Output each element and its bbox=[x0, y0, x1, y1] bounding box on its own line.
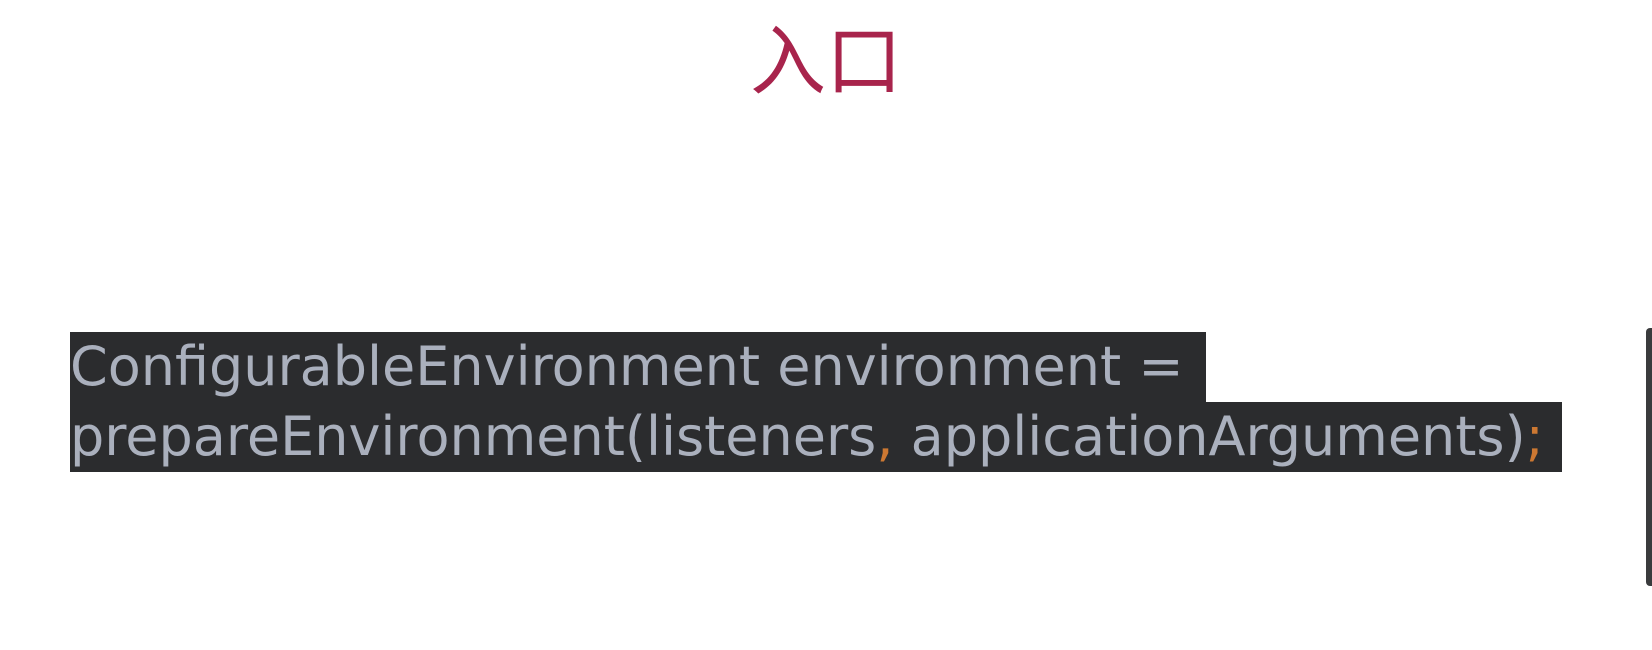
code-line-1: ConfigurableEnvironment environment = bbox=[70, 332, 1562, 402]
code-method-call: prepareEnvironment(listeners bbox=[70, 405, 877, 468]
code-line-1-text: ConfigurableEnvironment environment = bbox=[70, 332, 1206, 402]
code-line-2-highlight: prepareEnvironment(listeners, applicatio… bbox=[70, 402, 1562, 472]
scrollbar[interactable] bbox=[1646, 328, 1652, 586]
code-line-2: prepareEnvironment(listeners, applicatio… bbox=[70, 402, 1562, 472]
code-argument: applicationArguments) bbox=[893, 405, 1526, 468]
code-semicolon: ; bbox=[1525, 405, 1544, 468]
code-comma: , bbox=[876, 405, 894, 468]
code-snippet[interactable]: ConfigurableEnvironment environment = pr… bbox=[70, 332, 1562, 472]
page-title: 入口 bbox=[750, 17, 902, 106]
